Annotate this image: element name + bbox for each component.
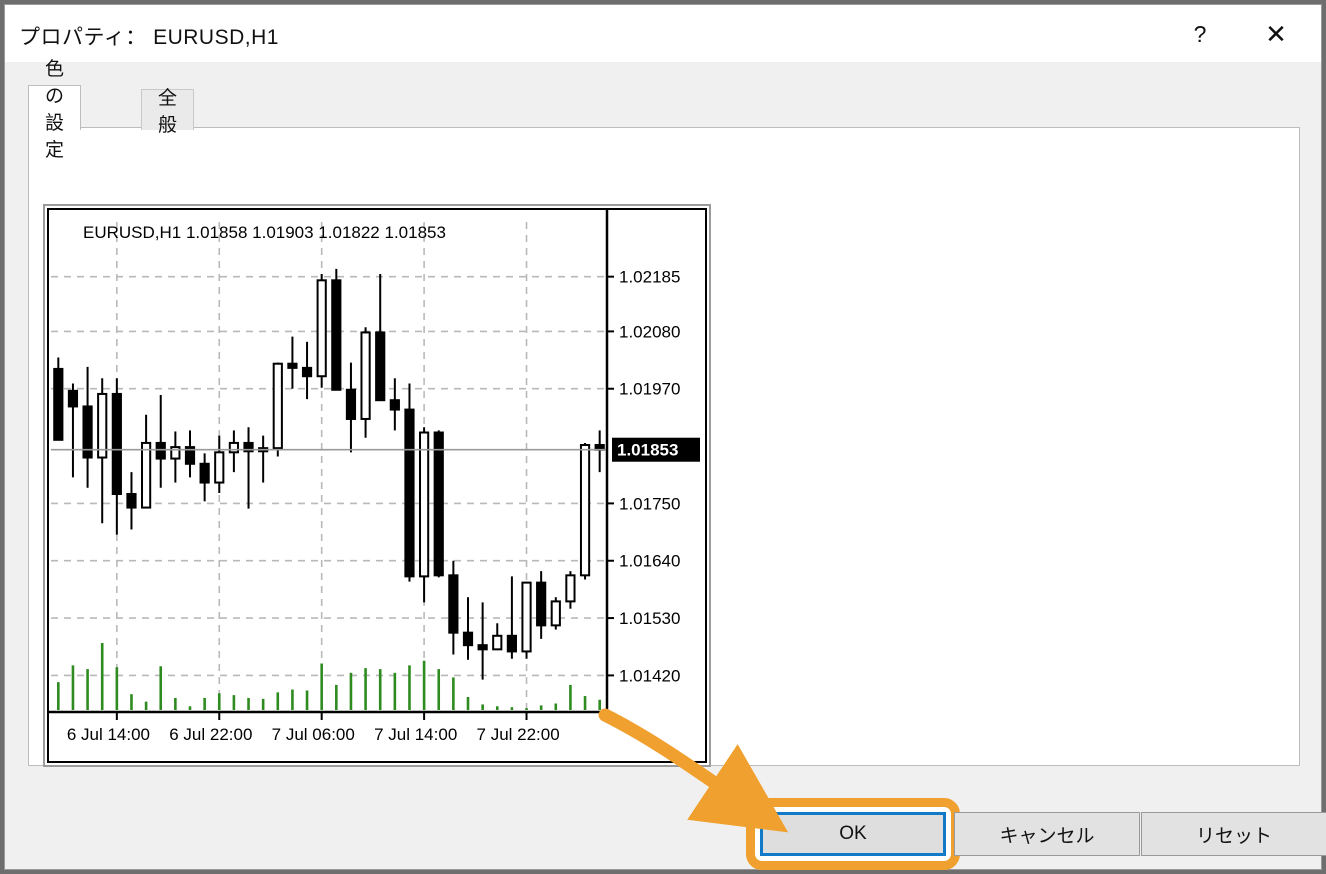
- properties-dialog: プロパティ： EURUSD,H1 ? ✕ 色の設定 全般 EURUSD,H1 1…: [4, 4, 1326, 870]
- reset-button[interactable]: リセット: [1141, 812, 1326, 856]
- close-icon[interactable]: ✕: [1253, 15, 1299, 53]
- help-icon[interactable]: ?: [1177, 15, 1223, 53]
- annotation-arrow: [598, 708, 789, 833]
- svg-text:1.01853: 1.01853: [617, 441, 678, 460]
- candlestick-chart: EURUSD,H1 1.01858 1.01903 1.01822 1.0185…: [49, 210, 700, 744]
- svg-text:1.01640: 1.01640: [619, 552, 680, 571]
- page-title: プロパティ： EURUSD,H1: [19, 26, 279, 49]
- svg-text:7 Jul 22:00: 7 Jul 22:00: [477, 725, 560, 744]
- svg-text:EURUSD,H1 1.01858 1.01903 1.0: EURUSD,H1 1.01858 1.01903 1.01822 1.0185…: [83, 223, 446, 242]
- svg-text:7 Jul 06:00: 7 Jul 06:00: [272, 725, 355, 744]
- svg-text:1.01750: 1.01750: [619, 494, 680, 513]
- svg-text:1.01970: 1.01970: [619, 380, 680, 399]
- title-bar: プロパティ： EURUSD,H1 ? ✕: [5, 5, 1321, 62]
- cancel-button[interactable]: キャンセル: [954, 812, 1140, 856]
- svg-text:6 Jul 14:00: 6 Jul 14:00: [67, 725, 150, 744]
- svg-text:1.02185: 1.02185: [619, 268, 680, 287]
- svg-text:7 Jul 14:00: 7 Jul 14:00: [374, 725, 457, 744]
- chart-preview: EURUSD,H1 1.01858 1.01903 1.01822 1.0185…: [43, 204, 711, 767]
- svg-text:1.01420: 1.01420: [619, 666, 680, 685]
- svg-text:6 Jul 22:00: 6 Jul 22:00: [169, 725, 252, 744]
- chart-canvas: EURUSD,H1 1.01858 1.01903 1.01822 1.0185…: [47, 208, 707, 763]
- svg-text:1.01530: 1.01530: [619, 609, 680, 628]
- tab-general[interactable]: 全般: [141, 88, 195, 136]
- tab-colors[interactable]: 色の設定: [28, 59, 82, 161]
- svg-text:1.02080: 1.02080: [619, 322, 680, 341]
